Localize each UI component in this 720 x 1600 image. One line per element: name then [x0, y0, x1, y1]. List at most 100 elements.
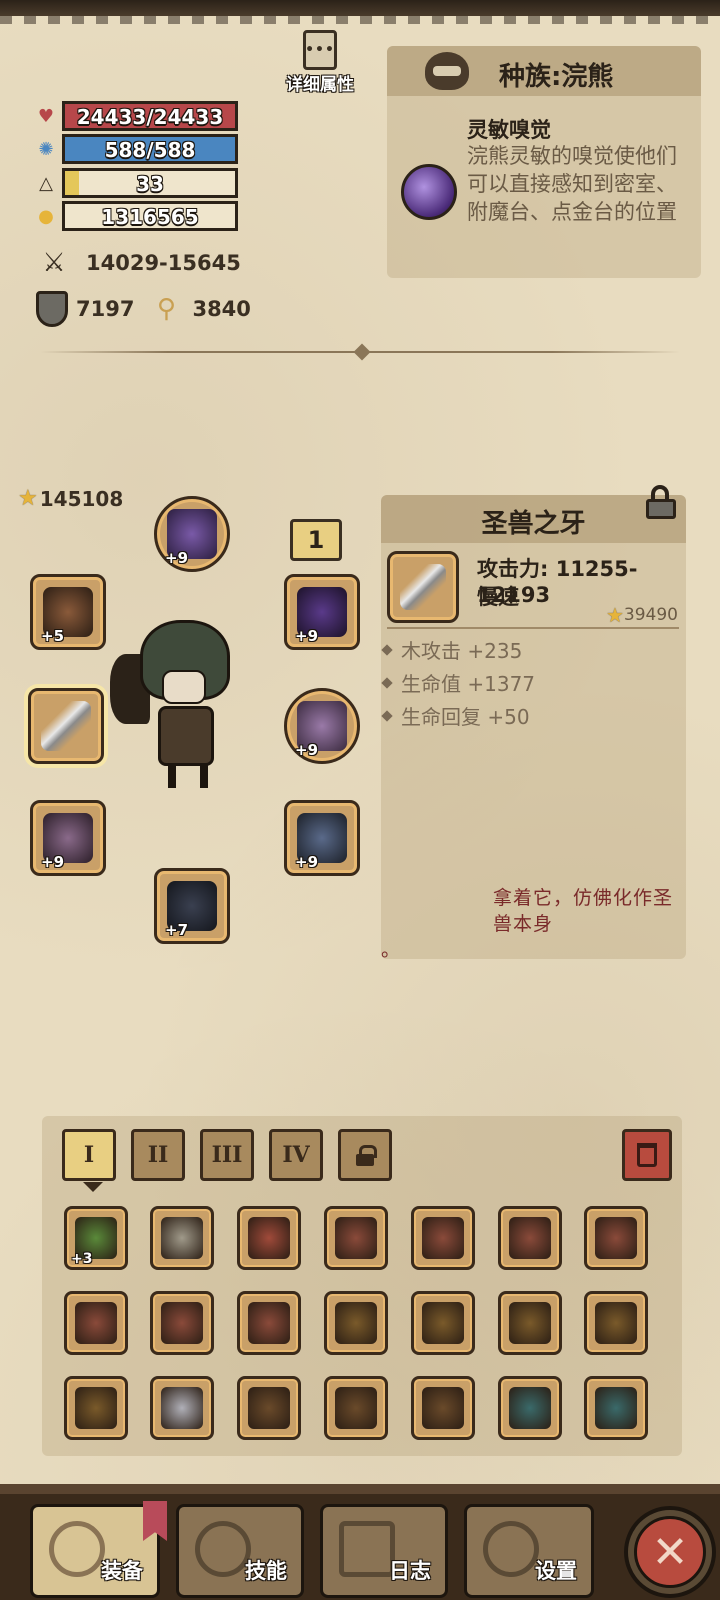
inventory-item-slot[interactable]: [498, 1206, 562, 1270]
inventory-item-slot[interactable]: [237, 1206, 301, 1270]
axe-icon: [49, 1521, 105, 1577]
details-label: 详细属性: [286, 75, 354, 95]
trait-name: 灵敏嗅觉: [467, 118, 551, 142]
inventory-item-slot[interactable]: [324, 1206, 388, 1270]
item-icon: [509, 1387, 551, 1429]
close-icon: ✕: [634, 1516, 706, 1588]
item-separator: [387, 627, 679, 629]
item-speed: 慢速: [477, 585, 519, 609]
inventory-item-slot[interactable]: [411, 1206, 475, 1270]
equipment-level-button[interactable]: 1: [290, 519, 342, 561]
nav-skills[interactable]: 技能: [176, 1504, 304, 1598]
item-icon: [335, 1302, 377, 1344]
inventory-item-slot[interactable]: [411, 1376, 475, 1440]
race-title: 种族:浣熊: [499, 62, 614, 92]
inventory-item-slot[interactable]: [584, 1376, 648, 1440]
helmet-slot[interactable]: +9: [154, 496, 230, 572]
item-icon: [161, 1217, 203, 1259]
inventory-item-slot[interactable]: [237, 1376, 301, 1440]
details-button[interactable]: ••• 详细属性: [280, 30, 360, 100]
item-icon: [595, 1387, 637, 1429]
item-icon: [248, 1217, 290, 1259]
inventory-tab-4[interactable]: IV: [269, 1129, 323, 1181]
unlock-icon[interactable]: [646, 485, 676, 519]
star-icon: ★: [605, 603, 624, 627]
mp-value: 588/588: [104, 138, 196, 162]
attribute-row: 生命回复 +50: [381, 699, 535, 732]
weapon-icon: [41, 701, 91, 751]
ribbon-icon: [143, 1501, 167, 1541]
item-icon: [422, 1387, 464, 1429]
gear-icon: [483, 1521, 539, 1577]
inventory-item-slot[interactable]: [584, 1206, 648, 1270]
inventory-item-slot[interactable]: [237, 1291, 301, 1355]
inventory-item-slot[interactable]: [584, 1291, 648, 1355]
inventory-item-slot[interactable]: [150, 1376, 214, 1440]
gauntlet-slot[interactable]: +9: [30, 800, 106, 876]
trash-icon: [637, 1143, 657, 1167]
item-icon: [161, 1302, 203, 1344]
boots-slot[interactable]: +7: [154, 868, 230, 944]
gold-bar: ● 1316565: [30, 201, 240, 231]
mp-bar: ✺ 588/588: [30, 134, 240, 164]
amulet-slot[interactable]: +9: [284, 688, 360, 764]
inventory-item-slot[interactable]: [64, 1291, 128, 1355]
hero-legs: [168, 764, 208, 788]
top-frame: [0, 0, 720, 24]
item-name: 圣兽之牙: [481, 509, 586, 539]
nav-log[interactable]: 日志: [320, 1504, 448, 1598]
shield-icon: [36, 291, 68, 327]
level-bar: △ 33: [30, 168, 240, 198]
item-icon: [595, 1302, 637, 1344]
hero-character: [110, 620, 260, 790]
race-panel: 种族:浣熊 灵敏嗅觉 浣熊灵敏的嗅觉使他们可以直接感知到密室、附魔台、点金台的位…: [387, 46, 701, 278]
armor-slot[interactable]: +9: [284, 800, 360, 876]
item-attributes: 木攻击 +235 生命值 +1377 生命回复 +50: [381, 633, 535, 732]
inventory-item-slot[interactable]: [324, 1291, 388, 1355]
level-icon: △: [39, 172, 53, 194]
raccoon-icon: [425, 52, 469, 90]
item-icon: [595, 1217, 637, 1259]
inventory-item-slot[interactable]: [150, 1206, 214, 1270]
inventory-item-slot[interactable]: [411, 1291, 475, 1355]
hp-value: 24433/24433: [76, 105, 224, 129]
close-button[interactable]: ✕: [624, 1506, 716, 1598]
inventory-item-slot[interactable]: [498, 1376, 562, 1440]
item-icon: [75, 1387, 117, 1429]
attribute-row: 木攻击 +235: [381, 633, 535, 666]
item-preview-slot: [387, 551, 459, 623]
inventory-tab-2[interactable]: II: [131, 1129, 185, 1181]
dots-icon: •••: [303, 30, 337, 70]
ring-slot[interactable]: +5: [30, 574, 106, 650]
book-icon: [339, 1521, 395, 1577]
hp-bar: ♥ 24433/24433: [30, 101, 240, 131]
nav-equipment[interactable]: 装备: [30, 1501, 167, 1598]
weapon-slot[interactable]: [28, 688, 104, 764]
item-icon: [335, 1387, 377, 1429]
item-icon: [75, 1302, 117, 1344]
item-icon: [422, 1302, 464, 1344]
hero-face: [162, 670, 206, 704]
inventory-item-slot[interactable]: [64, 1376, 128, 1440]
nav-settings[interactable]: 设置: [464, 1504, 594, 1598]
attribute-row: 生命值 +1377: [381, 666, 535, 699]
item-icon: [248, 1302, 290, 1344]
shoulder-slot[interactable]: +9: [284, 574, 360, 650]
inventory-tab-locked[interactable]: [338, 1129, 392, 1181]
trait-icon[interactable]: [401, 164, 457, 220]
inventory-item-slot[interactable]: [324, 1376, 388, 1440]
inventory-item-slot[interactable]: [150, 1291, 214, 1355]
gold-value: 1316565: [101, 205, 199, 229]
trash-button[interactable]: [622, 1129, 672, 1181]
inventory-item-slot[interactable]: +3: [64, 1206, 128, 1270]
inventory-item-slot[interactable]: [498, 1291, 562, 1355]
skill-icon: [195, 1521, 251, 1577]
sword-icon: [400, 564, 446, 610]
mana-icon: ✺: [38, 138, 54, 160]
attack-value: 14029-15645: [86, 251, 241, 275]
inventory-tab-1[interactable]: I: [62, 1129, 116, 1192]
item-power-value: 39490: [623, 605, 678, 625]
inventory-tab-3[interactable]: III: [200, 1129, 254, 1181]
level-value: 33: [136, 172, 164, 196]
gold-icon: ●: [38, 205, 54, 227]
